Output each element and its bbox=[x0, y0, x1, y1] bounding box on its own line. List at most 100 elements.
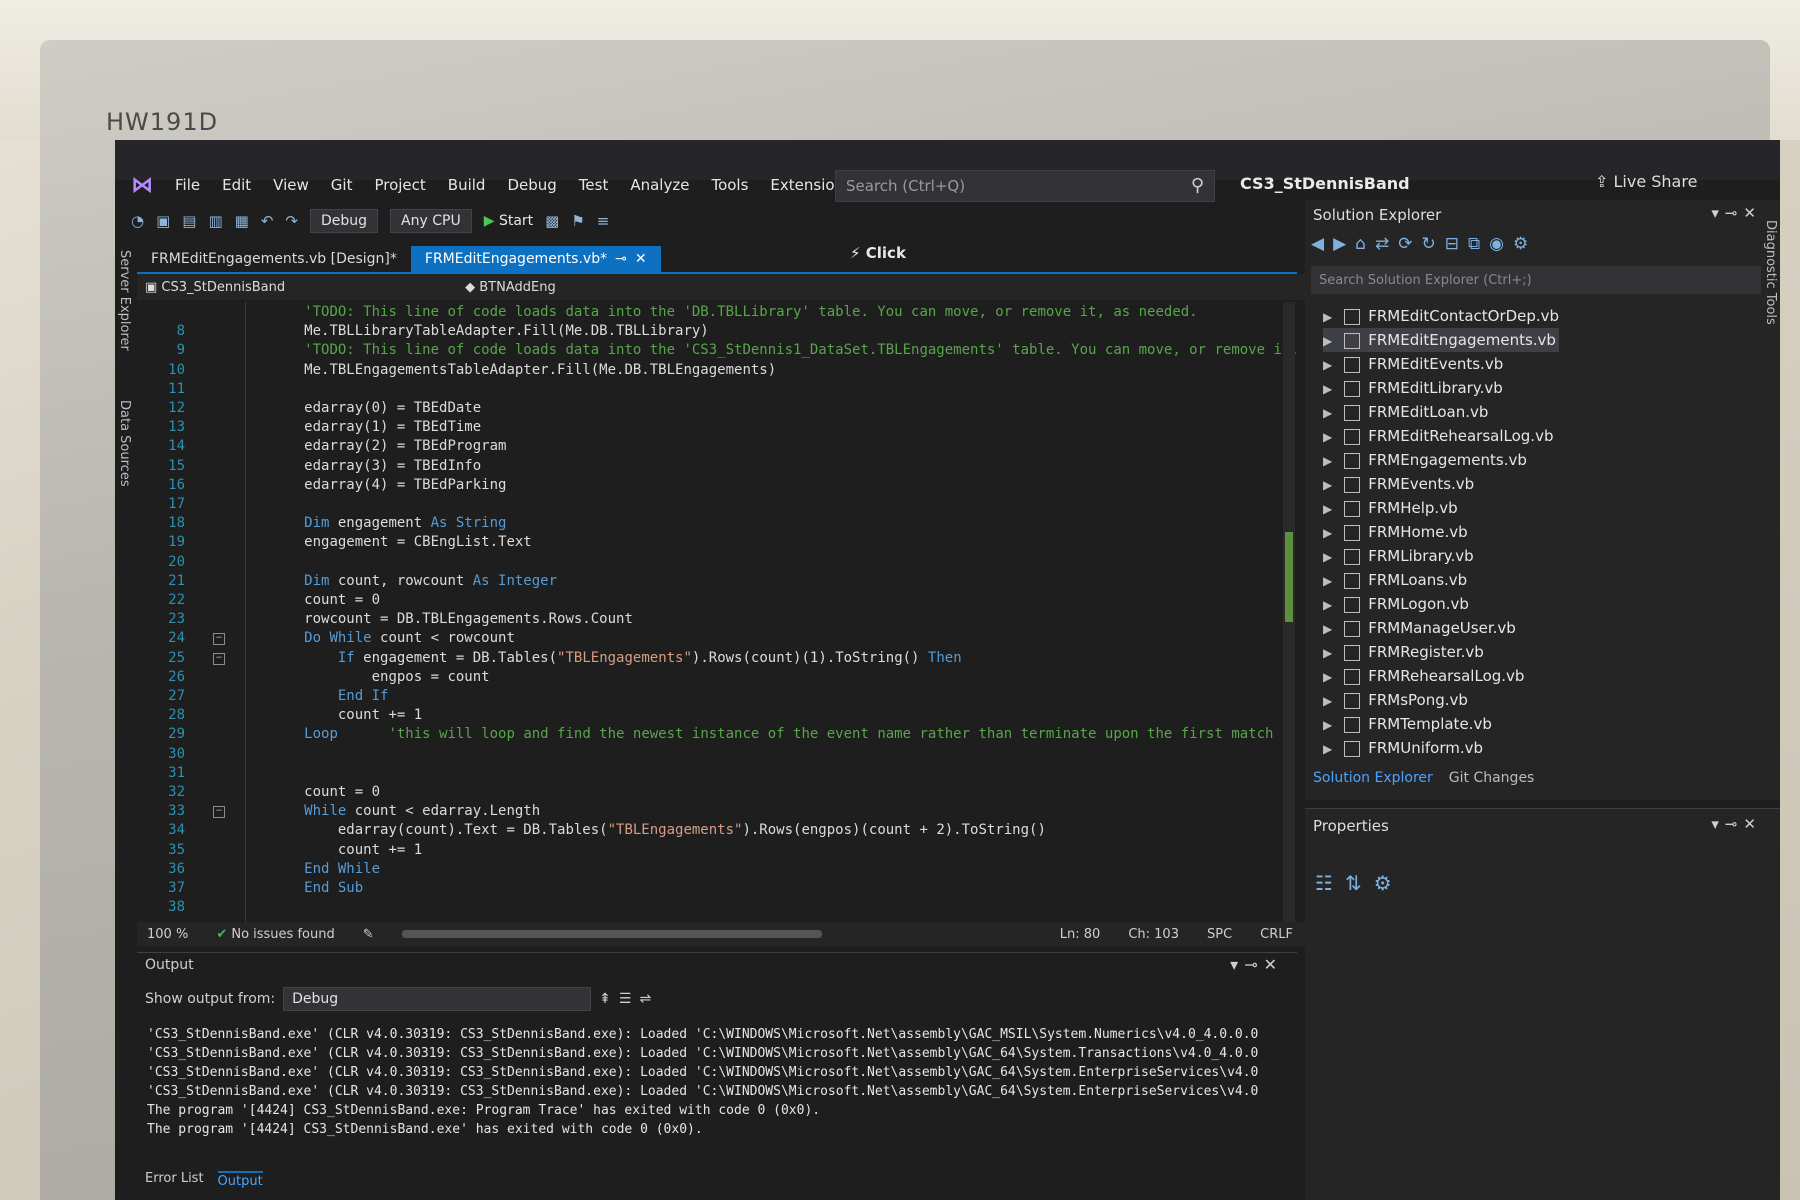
expand-arrow-icon[interactable]: ▶ bbox=[1323, 406, 1332, 420]
properties-wrench-icon[interactable]: ⚙ bbox=[1513, 234, 1537, 254]
menu-git[interactable]: Git bbox=[331, 176, 353, 194]
tab-solution-explorer[interactable]: Solution Explorer bbox=[1313, 770, 1433, 786]
find-message-icon[interactable]: ⇞ bbox=[599, 991, 611, 1007]
search-input[interactable]: Search (Ctrl+Q) ⚲ bbox=[835, 170, 1215, 202]
code-line[interactable]: 12 edarray(0) = TBEdDate bbox=[137, 398, 481, 418]
code-line[interactable]: 25 If engagement = DB.Tables("TBLEngagem… bbox=[137, 648, 962, 668]
code-line[interactable]: 11 bbox=[137, 379, 304, 399]
solution-explorer-search-input[interactable]: Search Solution Explorer (Ctrl+;) bbox=[1311, 266, 1761, 294]
expand-arrow-icon[interactable]: ▶ bbox=[1323, 574, 1332, 588]
bookmark-icon[interactable]: ⚑ bbox=[571, 212, 584, 230]
solution-configuration-select[interactable]: Debug bbox=[310, 209, 379, 233]
expand-arrow-icon[interactable]: ▶ bbox=[1323, 718, 1332, 732]
menu-edit[interactable]: Edit bbox=[222, 176, 251, 194]
issues-indicator[interactable]: ✔ No issues found bbox=[216, 927, 334, 942]
solution-file-item[interactable]: ▶ FRMEditLibrary.vb bbox=[1323, 376, 1559, 400]
code-editor[interactable]: 'TODO: This line of code loads data into… bbox=[137, 302, 1324, 922]
solution-file-item[interactable]: ▶ FRMEngagements.vb bbox=[1323, 448, 1559, 472]
collapse-toggle-icon[interactable]: − bbox=[213, 806, 225, 819]
redo-icon[interactable]: ↷ bbox=[285, 212, 298, 230]
new-project-icon[interactable]: ▣ bbox=[156, 212, 170, 230]
menu-project[interactable]: Project bbox=[374, 176, 425, 194]
expand-arrow-icon[interactable]: ▶ bbox=[1323, 622, 1332, 636]
word-wrap-icon[interactable]: ⇌ bbox=[639, 991, 651, 1007]
solution-file-item[interactable]: ▶ FRMLoans.vb bbox=[1323, 568, 1559, 592]
brush-icon[interactable]: ✎ bbox=[363, 927, 374, 942]
solution-file-item[interactable]: ▶ FRMRehearsalLog.vb bbox=[1323, 664, 1559, 688]
home-icon[interactable]: ⌂ bbox=[1355, 234, 1375, 254]
dropdown-icon[interactable]: ▾ bbox=[1711, 204, 1725, 222]
code-line[interactable]: 17 bbox=[137, 494, 304, 514]
code-line[interactable]: 16 edarray(4) = TBEdParking bbox=[137, 475, 506, 495]
menu-tools[interactable]: Tools bbox=[711, 176, 748, 194]
menu-file[interactable]: File bbox=[175, 176, 200, 194]
object-dropdown[interactable]: ◆ BTNAddEng bbox=[465, 280, 556, 295]
expand-arrow-icon[interactable]: ▶ bbox=[1323, 430, 1332, 444]
code-line[interactable]: 14 edarray(2) = TBEdProgram bbox=[137, 436, 506, 456]
solution-file-item[interactable]: ▶ FRMLogon.vb bbox=[1323, 592, 1559, 616]
solution-file-item[interactable]: ▶ FRMEvents.vb bbox=[1323, 472, 1559, 496]
solution-platform-select[interactable]: Any CPU bbox=[390, 209, 472, 233]
back-icon[interactable]: ◀ bbox=[1311, 234, 1333, 254]
expand-arrow-icon[interactable]: ▶ bbox=[1323, 670, 1332, 684]
property-pages-icon[interactable]: ⚙ bbox=[1374, 871, 1404, 895]
expand-arrow-icon[interactable]: ▶ bbox=[1323, 598, 1332, 612]
menu-test[interactable]: Test bbox=[579, 176, 609, 194]
dropdown-icon[interactable]: ▾ bbox=[1711, 815, 1725, 833]
solution-file-item[interactable]: ▶ FRMsPong.vb bbox=[1323, 688, 1559, 712]
code-line[interactable]: 38 bbox=[137, 897, 304, 917]
solution-file-item[interactable]: ▶ FRMEditEvents.vb bbox=[1323, 352, 1559, 376]
code-line[interactable]: 30 bbox=[137, 744, 304, 764]
comment-icon[interactable]: ≡ bbox=[597, 212, 610, 230]
code-line[interactable]: 22 count = 0 bbox=[137, 590, 380, 610]
save-all-icon[interactable]: ▦ bbox=[235, 212, 249, 230]
solution-file-item[interactable]: ▶ FRMEditRehearsalLog.vb bbox=[1323, 424, 1559, 448]
save-icon[interactable]: ▥ bbox=[208, 212, 222, 230]
pin-icon[interactable]: ⊸ bbox=[1725, 204, 1744, 222]
code-line[interactable]: 36 End While bbox=[137, 859, 380, 879]
forward-icon[interactable]: ▶ bbox=[1333, 234, 1355, 254]
show-all-files-icon[interactable]: ⧉ bbox=[1468, 234, 1489, 254]
expand-arrow-icon[interactable]: ▶ bbox=[1323, 694, 1332, 708]
code-line[interactable]: 35 count += 1 bbox=[137, 840, 422, 860]
preview-icon[interactable]: ◉ bbox=[1489, 234, 1513, 254]
solution-file-item[interactable]: ▶ FRMManageUser.vb bbox=[1323, 616, 1559, 640]
solution-file-item[interactable]: ▶ FRMUniform.vb bbox=[1323, 736, 1559, 760]
code-line[interactable]: 10 Me.TBLEngagementsTableAdapter.Fill(Me… bbox=[137, 360, 776, 380]
expand-arrow-icon[interactable]: ▶ bbox=[1323, 502, 1332, 516]
close-icon[interactable]: ✕ bbox=[635, 251, 647, 267]
code-line[interactable]: 29 Loop 'this will loop and find the new… bbox=[137, 724, 1273, 744]
editor-vertical-scrollbar[interactable] bbox=[1283, 302, 1295, 922]
expand-arrow-icon[interactable]: ▶ bbox=[1323, 550, 1332, 564]
code-line[interactable]: 21 Dim count, rowcount As Integer bbox=[137, 571, 557, 591]
expand-arrow-icon[interactable]: ▶ bbox=[1323, 478, 1332, 492]
code-line[interactable]: 13 edarray(1) = TBEdTime bbox=[137, 417, 481, 437]
code-line[interactable]: 15 edarray(3) = TBEdInfo bbox=[137, 456, 481, 476]
pin-icon[interactable]: ⊸ bbox=[1725, 815, 1744, 833]
expand-arrow-icon[interactable]: ▶ bbox=[1323, 742, 1332, 756]
tab-design[interactable]: FRMEditEngagements.vb [Design]* bbox=[137, 246, 411, 272]
expand-arrow-icon[interactable]: ▶ bbox=[1323, 382, 1332, 396]
tab-git-changes[interactable]: Git Changes bbox=[1449, 770, 1535, 786]
code-line[interactable]: 20 bbox=[137, 552, 304, 572]
code-line[interactable]: 31 bbox=[137, 763, 304, 783]
close-icon[interactable]: ✕ bbox=[1264, 955, 1283, 974]
collapse-toggle-icon[interactable]: − bbox=[213, 633, 225, 646]
solution-file-item[interactable]: ▶ FRMLibrary.vb bbox=[1323, 544, 1559, 568]
browse-icon[interactable]: ▩ bbox=[545, 212, 559, 230]
code-line[interactable]: 34 edarray(count).Text = DB.Tables("TBLE… bbox=[137, 820, 1046, 840]
output-source-select[interactable]: Debug bbox=[283, 987, 592, 1011]
tab-error-list[interactable]: Error List bbox=[145, 1171, 204, 1189]
switch-views-icon[interactable]: ⇄ bbox=[1375, 234, 1398, 254]
menu-analyze[interactable]: Analyze bbox=[630, 176, 689, 194]
tab-output[interactable]: Output bbox=[217, 1171, 263, 1189]
event-dropdown[interactable]: ⚡ Click bbox=[850, 244, 906, 262]
code-line[interactable]: 23 rowcount = DB.TBLEngagements.Rows.Cou… bbox=[137, 609, 633, 629]
server-explorer-tab[interactable]: Server Explorer bbox=[117, 250, 132, 351]
categorized-icon[interactable]: ☷ bbox=[1315, 871, 1345, 895]
collapse-all-icon[interactable]: ⊟ bbox=[1445, 234, 1468, 254]
pin-icon[interactable]: ⊸ bbox=[615, 251, 627, 267]
solution-file-item[interactable]: ▶ FRMHelp.vb bbox=[1323, 496, 1559, 520]
solution-file-item[interactable]: ▶ FRMHome.vb bbox=[1323, 520, 1559, 544]
expand-arrow-icon[interactable]: ▶ bbox=[1323, 358, 1332, 372]
